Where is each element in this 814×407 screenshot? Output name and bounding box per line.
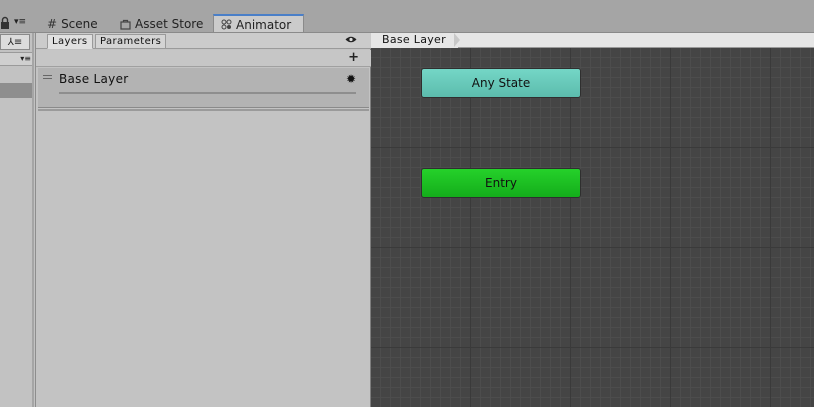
hierarchy-toggle-icon[interactable]: ⅄≡ xyxy=(0,34,30,50)
state-any-state[interactable]: Any State xyxy=(421,68,581,98)
tab-asset-store[interactable]: Asset Store xyxy=(113,15,210,33)
eye-icon[interactable] xyxy=(345,35,357,47)
strip-selected-row[interactable] xyxy=(0,83,32,98)
lock-icon[interactable] xyxy=(0,16,12,30)
tab-parameters[interactable]: Parameters xyxy=(95,34,167,49)
drag-handle-icon[interactable] xyxy=(43,75,52,79)
asset-store-icon xyxy=(120,19,131,30)
strip-menu-icon[interactable]: ▾≡ xyxy=(0,52,34,66)
scene-grid-icon: # xyxy=(47,17,58,31)
layers-panel-tabs: Layers Parameters xyxy=(36,33,371,49)
plus-icon[interactable]: + xyxy=(348,50,359,66)
animator-graph[interactable]: Base Layer Any State Entry xyxy=(371,33,814,407)
animator-icon xyxy=(221,19,232,30)
tab-animator-label: Animator xyxy=(236,17,292,32)
state-entry[interactable]: Entry xyxy=(421,168,581,198)
layers-panel: Layers Parameters + Base Layer ✹ xyxy=(36,33,371,407)
layers-toolbar: + xyxy=(36,50,371,67)
layer-name: Base Layer xyxy=(59,72,129,86)
window-tab-bar: ▾≡ # Scene Asset Store Animator xyxy=(0,0,814,33)
breadcrumb: Base Layer xyxy=(371,33,814,48)
layer-row[interactable]: Base Layer ✹ xyxy=(38,68,369,108)
left-sidebar-strip: ⅄≡ ▾≡ xyxy=(0,33,36,407)
layer-weight-slider[interactable] xyxy=(59,92,356,94)
breadcrumb-base-layer[interactable]: Base Layer xyxy=(371,33,458,48)
strip-edge xyxy=(32,33,34,407)
tab-asset-store-label: Asset Store xyxy=(135,17,204,31)
breadcrumb-arrow-icon xyxy=(454,33,460,47)
layer-list-divider xyxy=(38,109,369,111)
tab-scene-label: Scene xyxy=(61,17,98,31)
tab-animator[interactable]: Animator xyxy=(213,14,304,33)
gear-icon[interactable]: ✹ xyxy=(346,72,356,86)
tab-layers[interactable]: Layers xyxy=(47,34,93,49)
tab-menu-icon[interactable]: ▾≡ xyxy=(14,17,26,27)
tab-scene[interactable]: # Scene xyxy=(40,15,105,33)
